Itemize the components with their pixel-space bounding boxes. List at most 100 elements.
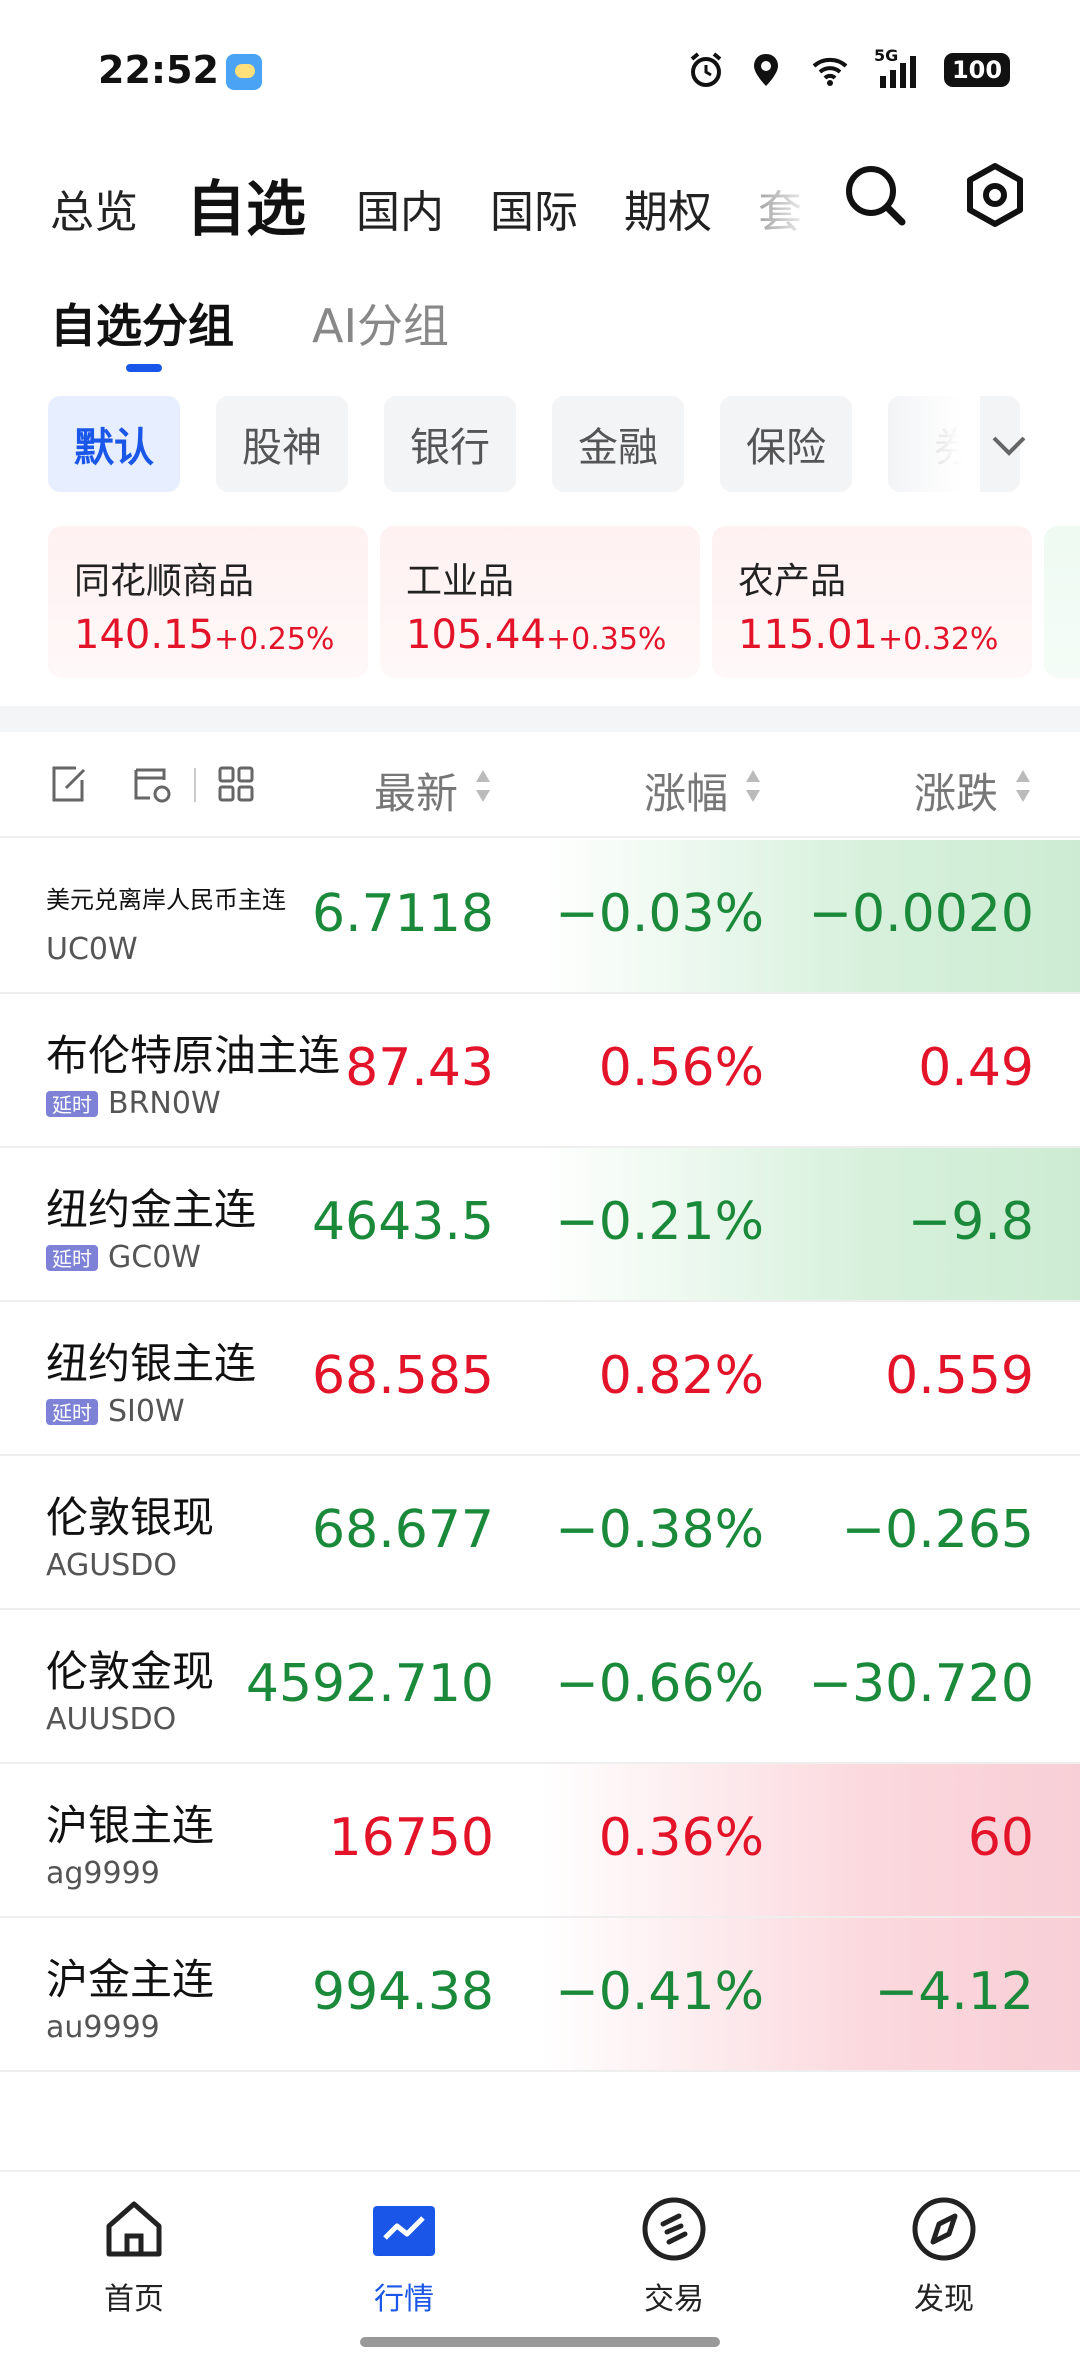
index-card-partial[interactable] xyxy=(1044,526,1080,678)
status-time: 22:52 xyxy=(98,48,219,92)
section-divider xyxy=(0,706,1080,732)
table-row[interactable]: 沪银主连 ag9999 16750 0.36% 60 xyxy=(0,1764,1080,1918)
row-instrument-code: AUUSDO xyxy=(46,1702,177,1737)
row-latest-price: 6.7118 xyxy=(312,884,494,944)
row-instrument-code: GC0W xyxy=(108,1240,201,1275)
search-icon[interactable] xyxy=(840,160,910,230)
row-pct-change: −0.66% xyxy=(555,1654,764,1714)
row-instrument-name: 伦敦金现 xyxy=(46,1647,215,1696)
row-code-group: AGUSDO xyxy=(46,1548,177,1583)
row-latest-price: 994.38 xyxy=(312,1962,494,2022)
row-change: −4.12 xyxy=(874,1962,1034,2022)
row-instrument-code: SI0W xyxy=(108,1394,185,1429)
index-card[interactable]: 农产品 115.01 +0.32% xyxy=(712,526,1032,678)
manage-group-icon[interactable] xyxy=(130,762,174,806)
settings-hexagon-icon[interactable] xyxy=(960,160,1030,230)
row-change: 0.559 xyxy=(885,1346,1034,1406)
row-pct-change: −0.38% xyxy=(555,1500,764,1560)
compass-icon xyxy=(912,2197,976,2261)
tab-options[interactable]: 期权 xyxy=(624,150,712,260)
tab-international[interactable]: 国际 xyxy=(490,150,578,260)
tab-domestic[interactable]: 国内 xyxy=(356,150,444,260)
edit-icon[interactable] xyxy=(46,762,90,806)
table-row[interactable]: 伦敦银现 AGUSDO 68.677 −0.38% −0.265 xyxy=(0,1456,1080,1610)
table-row[interactable]: 纽约银主连 延时 SI0W 68.585 0.82% 0.559 xyxy=(0,1302,1080,1456)
list-header: 最新 涨幅 涨跌 xyxy=(0,732,1080,838)
index-card-pct: +0.35% xyxy=(546,622,667,657)
row-pct-change: −0.21% xyxy=(555,1192,764,1252)
row-code-group: 延时 SI0W xyxy=(46,1394,185,1429)
row-pct-change: −0.41% xyxy=(555,1962,764,2022)
table-row[interactable]: 纽约金主连 延时 GC0W 4643.5 −0.21% −9.8 xyxy=(0,1148,1080,1302)
table-row[interactable]: 布伦特原油主连 延时 BRN0W 87.43 0.56% 0.49 xyxy=(0,994,1080,1148)
chip-banks[interactable]: 银行 xyxy=(384,396,516,492)
group-tab-watchlist[interactable]: 自选分组 xyxy=(50,290,234,356)
row-change: 60 xyxy=(967,1808,1034,1868)
grid-view-icon[interactable] xyxy=(214,762,258,806)
row-instrument-code: au9999 xyxy=(46,2010,160,2045)
status-icons: 5G 100 xyxy=(686,46,1010,92)
row-code-group: UC0W xyxy=(46,932,138,967)
tab-watchlist[interactable]: 自选 xyxy=(186,150,306,260)
sort-icon[interactable] xyxy=(744,766,762,806)
delayed-badge: 延时 xyxy=(46,1398,98,1425)
bottom-nav-home[interactable]: 首页 xyxy=(54,2194,214,2334)
index-card-price: 115.01 xyxy=(738,612,878,658)
status-bar: 22:52 5G 100 xyxy=(0,0,1080,140)
chip-insurance[interactable]: 保险 xyxy=(720,396,852,492)
row-code-group: au9999 xyxy=(46,2010,160,2045)
index-card[interactable]: 工业品 105.44 +0.35% xyxy=(380,526,700,678)
sort-icon[interactable] xyxy=(1014,766,1032,806)
bottom-nav-discover[interactable]: 发现 xyxy=(864,2194,1024,2334)
row-code-group: ag9999 xyxy=(46,1856,160,1891)
market-chart-icon xyxy=(373,2206,435,2256)
chip-stock-gods[interactable]: 股神 xyxy=(216,396,348,492)
col-header-latest[interactable]: 最新 xyxy=(374,760,458,821)
col-header-pct[interactable]: 涨幅 xyxy=(644,760,728,821)
row-change: −30.720 xyxy=(808,1654,1034,1714)
signal-5g-icon: 5G xyxy=(874,46,924,90)
nav-fade xyxy=(740,150,830,260)
index-card[interactable]: 同花顺商品 140.15 +0.25% xyxy=(48,526,368,678)
row-code-group: 延时 GC0W xyxy=(46,1240,201,1275)
row-instrument-code: AGUSDO xyxy=(46,1548,177,1583)
chip-finance[interactable]: 金融 xyxy=(552,396,684,492)
tab-overview[interactable]: 总览 xyxy=(50,150,138,260)
row-change: 0.49 xyxy=(918,1038,1034,1098)
row-instrument-code: BRN0W xyxy=(108,1086,221,1121)
row-latest-price: 4592.710 xyxy=(245,1654,494,1714)
location-icon xyxy=(754,54,778,86)
row-instrument-name: 沪金主连 xyxy=(46,1955,215,2004)
index-card-pct: +0.32% xyxy=(878,622,999,657)
group-tab-ai[interactable]: AI分组 xyxy=(312,290,449,356)
chip-fade xyxy=(890,390,980,500)
weather-icon xyxy=(226,54,262,90)
bottom-nav-market[interactable]: 行情 xyxy=(324,2194,484,2334)
top-nav: 总览 自选 国内 国际 期权 套 xyxy=(0,150,1080,260)
home-icon xyxy=(106,2201,162,2257)
row-pct-change: −0.03% xyxy=(555,884,764,944)
row-instrument-name: 布伦特原油主连 xyxy=(46,1031,341,1080)
bottom-nav-label: 首页 xyxy=(104,2282,164,2317)
chip-default[interactable]: 默认 xyxy=(48,396,180,492)
home-indicator[interactable] xyxy=(360,2337,720,2347)
battery-indicator: 100 xyxy=(944,53,1010,87)
index-card-price: 105.44 xyxy=(406,612,546,658)
sort-icon[interactable] xyxy=(474,766,492,806)
bottom-nav-trade[interactable]: 交易 xyxy=(594,2194,754,2334)
table-row[interactable]: 美元兑离岸人民币主连 UC0W 6.7118 −0.03% −0.0020 xyxy=(0,840,1080,994)
index-card-name: 农产品 xyxy=(738,561,847,602)
group-tab-indicator xyxy=(126,364,162,372)
table-row[interactable]: 沪金主连 au9999 994.38 −0.41% −4.12 xyxy=(0,1918,1080,2072)
header-icon-divider xyxy=(194,768,196,802)
row-code-group: AUUSDO xyxy=(46,1702,176,1737)
col-header-change[interactable]: 涨跌 xyxy=(914,760,998,821)
row-latest-price: 87.43 xyxy=(345,1038,494,1098)
row-change: −0.265 xyxy=(841,1500,1034,1560)
row-instrument-name: 美元兑离岸人民币主连 xyxy=(46,886,286,914)
table-row[interactable]: 伦敦金现 AUUSDO 4592.710 −0.66% −30.720 xyxy=(0,1610,1080,1764)
row-latest-price: 16750 xyxy=(328,1808,494,1868)
row-instrument-code: ag9999 xyxy=(46,1856,160,1891)
chevron-down-icon[interactable] xyxy=(984,420,1034,470)
row-pct-change: 0.56% xyxy=(598,1038,764,1098)
